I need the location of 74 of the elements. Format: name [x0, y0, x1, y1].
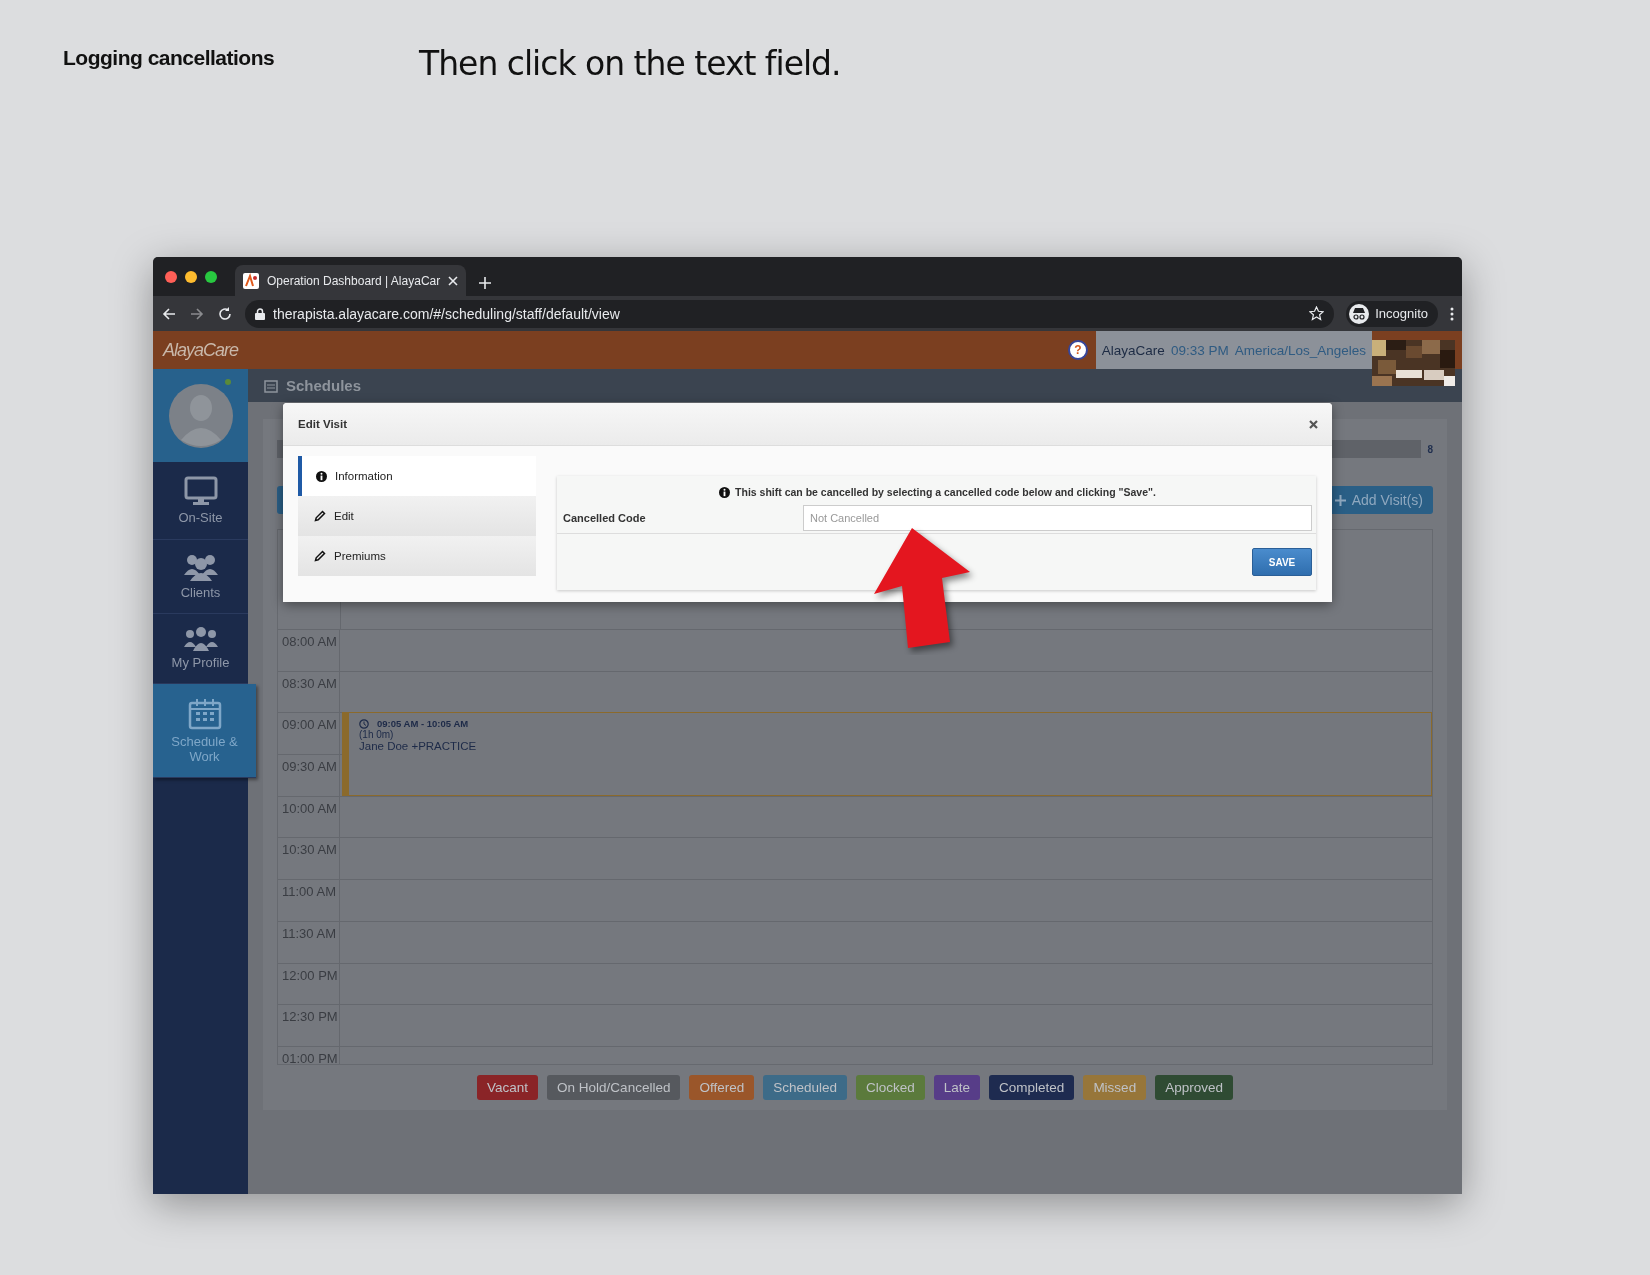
time-label: 11:00 AM [278, 880, 340, 921]
save-button[interactable]: SAVE [1252, 548, 1312, 576]
time-label: 09:00 AM [278, 713, 340, 755]
sidebar-item[interactable]: Schedule & Work [153, 684, 256, 778]
dialog-title: Edit Visit [298, 418, 347, 430]
event-title: Jane Doe +PRACTICE [359, 740, 478, 753]
time-label: 12:30 PM [278, 1005, 340, 1046]
info-icon [719, 486, 731, 498]
window-control-icon[interactable] [165, 270, 177, 283]
status-tag: Approved [1155, 1074, 1233, 1100]
reload-icon[interactable] [217, 305, 233, 322]
time-label: 01:00 PM [278, 1046, 340, 1064]
status-tag: Vacant [477, 1074, 539, 1100]
window-control-icon[interactable] [205, 270, 217, 283]
time-label: 10:30 AM [278, 838, 340, 880]
instruction-heading: Then click on the text field. [419, 43, 841, 85]
plus-icon [1334, 494, 1346, 506]
calendar-icon [187, 697, 222, 730]
profile-button[interactable]: Incognito [1346, 300, 1438, 327]
status-tag: Late [933, 1074, 981, 1100]
dialog-tab[interactable]: Edit [298, 496, 536, 536]
time-label: 12:00 PM [278, 963, 340, 1005]
people-icon [182, 553, 219, 581]
info-icon [316, 470, 327, 482]
team-icon [182, 627, 219, 651]
status-tag: Completed [989, 1074, 1075, 1100]
favicon-icon [243, 272, 259, 289]
incognito-icon [1349, 303, 1370, 324]
menu-icon[interactable] [1450, 306, 1454, 321]
event-duration: (1h 0m) [359, 729, 395, 741]
status-tag: Clocked [856, 1074, 925, 1100]
section-title: Logging cancellations [62, 45, 276, 71]
back-icon[interactable] [161, 305, 177, 322]
time-label: 08:30 AM [278, 671, 340, 713]
status-tag: On Hold/Cancelled [547, 1074, 681, 1100]
help-button[interactable]: ? [1067, 340, 1088, 360]
field-label: Cancelled Code [563, 512, 647, 524]
current-time: 09:33 PM [1170, 342, 1229, 358]
event-time: 09:05 AM - 10:05 AM [377, 718, 469, 730]
count-label: 8 [1427, 443, 1433, 455]
url-text: therapista.alayacare.com/#/scheduling/staff/default/view [273, 305, 621, 322]
status-tag: Offered [689, 1074, 755, 1100]
user-name: AlayaCare [1101, 342, 1165, 358]
app-logo[interactable]: AlayaCare [153, 339, 248, 361]
status-tag: Scheduled [763, 1074, 847, 1100]
lock-icon [255, 307, 265, 320]
time-zone: America/Los_Angeles [1234, 342, 1366, 358]
cancelled-code-field[interactable]: Not Cancelled [803, 505, 1312, 531]
notice-text: This shift can be cancelled by selecting a cancelled code below and clicking "Save". [735, 486, 1156, 498]
new-tab-icon[interactable] [478, 276, 493, 290]
tab-title: Operation Dashboard | AlayaCar [267, 273, 441, 288]
status-tag: Missed [1083, 1074, 1147, 1100]
pencil-icon [314, 550, 326, 562]
calendar-icon [264, 378, 278, 393]
time-label: 09:30 AM [278, 755, 340, 796]
visit-event[interactable]: 09:05 AM - 10:05 AM (1h 0m) Jane Doe +PRACTICE [342, 712, 1432, 796]
close-icon[interactable] [1309, 419, 1318, 429]
forward-icon[interactable] [189, 305, 205, 322]
time-label: 11:30 AM [278, 921, 340, 963]
time-label: 10:00 AM [278, 796, 340, 838]
address-bar[interactable]: therapista.alayacare.com/#/scheduling/staff/default/view [245, 299, 1335, 328]
dialog-tab[interactable]: Premiums [298, 536, 536, 576]
monitor-icon [183, 476, 218, 506]
page-title: Schedules [286, 377, 362, 394]
sidebar-item[interactable]: On-Site [153, 462, 248, 540]
time-label: 08:00 AM [278, 630, 340, 671]
star-icon[interactable] [1309, 306, 1325, 321]
dialog-tab[interactable]: Information [298, 456, 536, 496]
clock-icon [359, 718, 369, 729]
window-control-icon[interactable] [185, 270, 197, 283]
sidebar-item[interactable]: Clients [153, 540, 248, 614]
browser-tab[interactable]: Operation Dashboard | AlayaCar [235, 265, 467, 296]
pencil-icon [314, 510, 326, 522]
online-dot [225, 379, 231, 385]
